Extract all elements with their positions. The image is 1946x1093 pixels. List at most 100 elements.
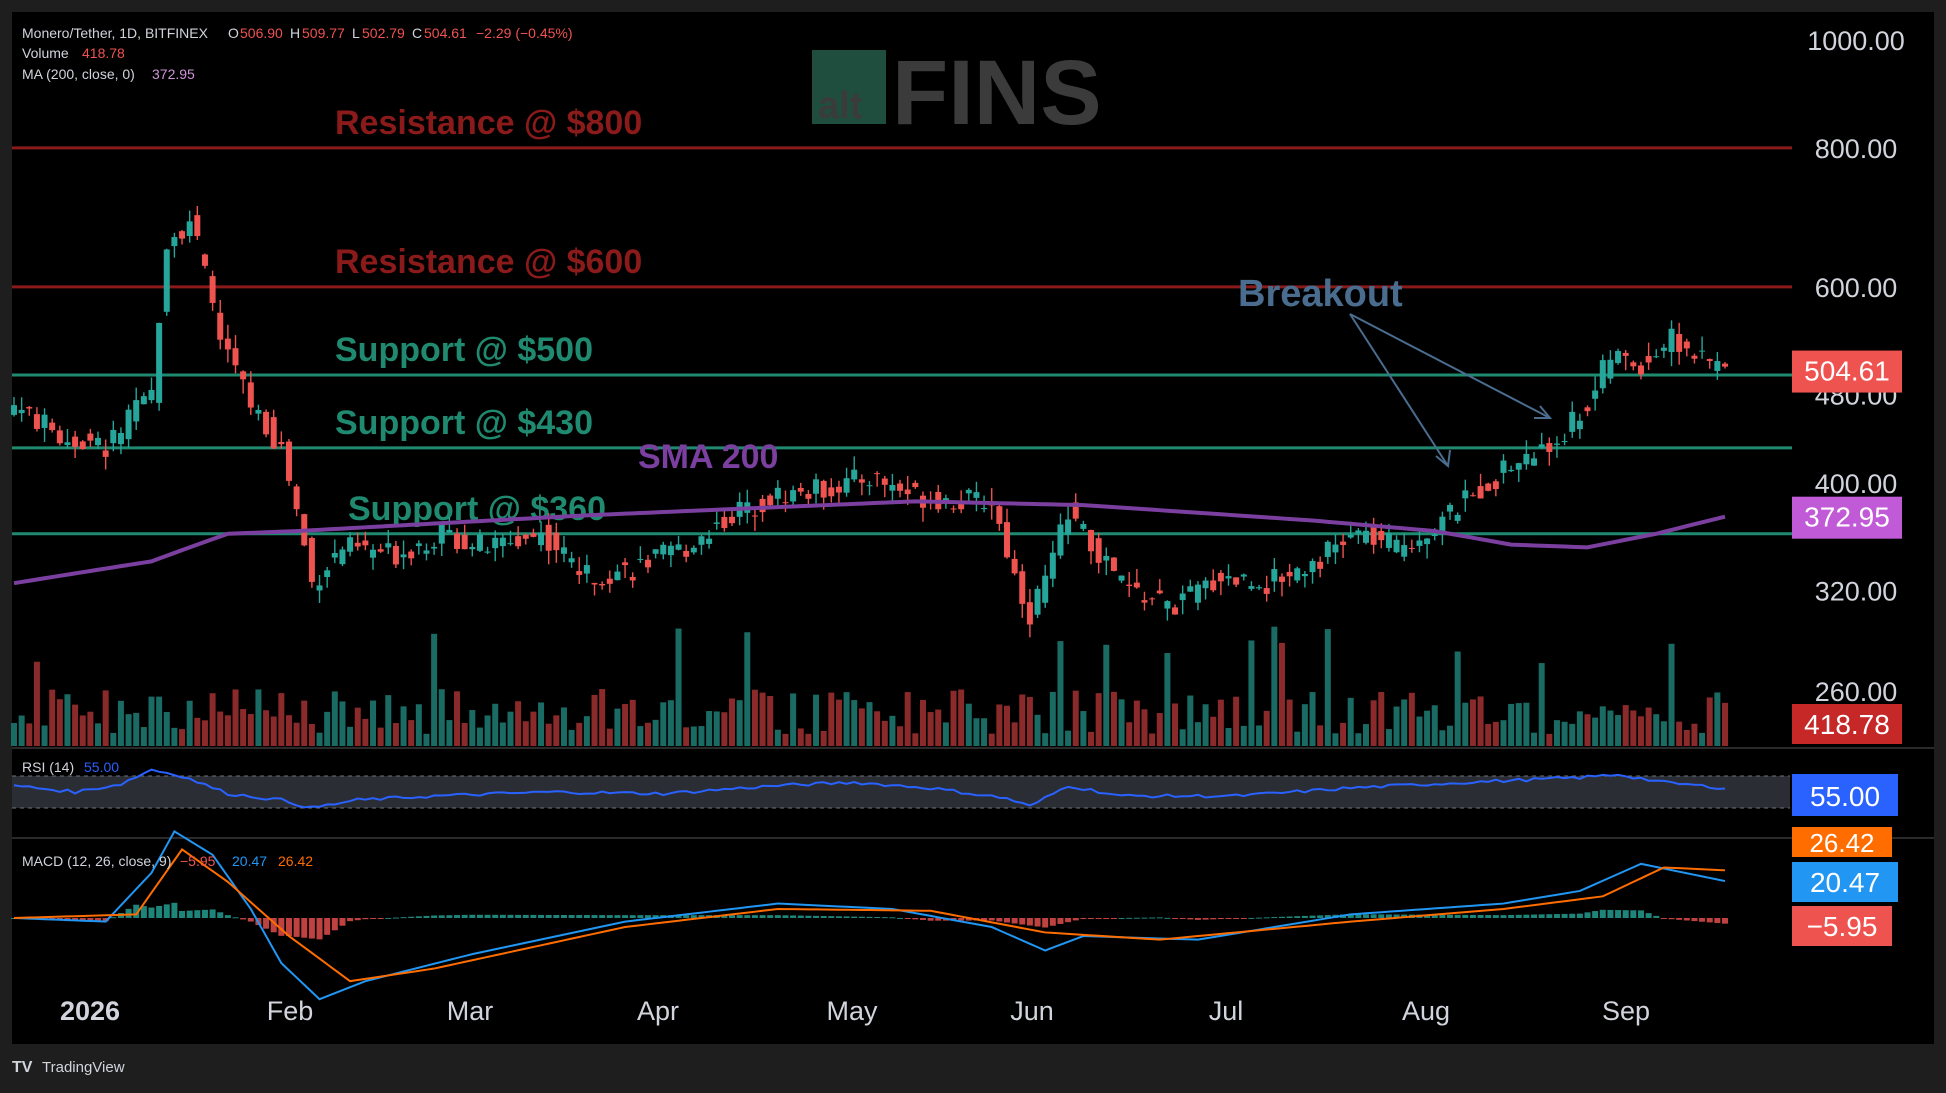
candle-body — [377, 549, 384, 552]
candle-body — [95, 437, 102, 446]
volume-bar — [1133, 700, 1140, 746]
volume-bar — [186, 700, 193, 746]
candle-body — [759, 498, 766, 513]
candle-body — [568, 558, 575, 563]
candle-body — [622, 562, 629, 566]
legend-l-value: 502.79 — [362, 25, 405, 41]
volume-bar — [1561, 721, 1568, 746]
legend-volume-label: Volume — [22, 45, 69, 61]
macd-hist-bar — [644, 915, 651, 918]
volume-bar — [1683, 729, 1690, 746]
price-tick-1: 800.00 — [1815, 134, 1898, 164]
candle-body — [1531, 458, 1538, 466]
macd-hist-bar — [1271, 917, 1278, 919]
volume-bar — [1592, 717, 1599, 746]
volume-bar — [1164, 653, 1171, 746]
volume-bar — [1691, 723, 1698, 746]
macd-legend: 20.47 — [232, 853, 267, 869]
candle-body — [1003, 522, 1010, 558]
candle-body — [431, 546, 438, 549]
macd-hist-bar — [415, 916, 422, 918]
volume-bar — [1233, 696, 1240, 746]
candle-body — [1042, 575, 1049, 603]
candle-body — [1164, 601, 1171, 609]
volume-bar — [675, 628, 682, 746]
candle-body — [26, 407, 33, 409]
volume-bar — [1225, 727, 1232, 746]
level-label-1: Resistance @ $600 — [335, 243, 642, 281]
macd-hist-bar — [874, 917, 881, 919]
volume-bar — [95, 723, 102, 746]
candle-body — [828, 487, 835, 497]
macd-hist-bar — [110, 917, 117, 919]
volume-bar — [49, 689, 56, 746]
candle-body — [1569, 411, 1576, 432]
volume-bar — [1477, 696, 1484, 746]
volume-bar — [1362, 724, 1369, 746]
candle-body — [1217, 572, 1224, 582]
macd-hist-bar — [690, 915, 697, 918]
candle-body — [1141, 600, 1148, 603]
candle-body — [1187, 586, 1194, 592]
volume-bar — [484, 715, 491, 746]
volume-bar — [1347, 697, 1354, 746]
candle-body — [1645, 356, 1652, 363]
candle-body — [209, 276, 216, 303]
macd-hist-bar — [1546, 914, 1553, 918]
volume-bar — [217, 711, 224, 746]
macd-hist-legend: −5.95 — [180, 853, 216, 869]
candle-body — [370, 549, 377, 558]
volume-bar — [1202, 704, 1209, 746]
volume-bar — [247, 714, 254, 746]
volume-bar — [1042, 733, 1049, 746]
macd-hist-bar — [1362, 914, 1369, 918]
volume-bar — [263, 710, 270, 746]
macd-hist-bar — [1263, 917, 1270, 919]
candle-body — [599, 584, 606, 586]
volume-bar — [201, 720, 208, 746]
volume-bar — [240, 709, 247, 746]
candle-body — [973, 492, 980, 498]
macd-hist-bar — [1088, 918, 1095, 919]
candle-body — [1256, 587, 1263, 589]
candle-body — [1622, 352, 1629, 356]
macd-hist-bar — [1676, 918, 1683, 920]
macd-hist-bar — [1683, 918, 1690, 921]
candle-body — [339, 549, 346, 565]
candle-body — [247, 382, 254, 408]
volume-bar — [1332, 733, 1339, 746]
candle-body — [706, 538, 713, 544]
logo-fins-text: FINS — [892, 42, 1102, 144]
candle-body — [881, 478, 888, 485]
volume-bar — [629, 699, 636, 746]
candle-body — [690, 547, 697, 553]
candle-body — [1126, 584, 1133, 586]
candle-body — [545, 524, 552, 551]
volume-bar — [1210, 716, 1217, 746]
candle-body — [637, 558, 644, 560]
volume-bar — [1194, 722, 1201, 746]
candle-body — [1699, 350, 1706, 352]
candle-body — [1683, 341, 1690, 349]
candle-body — [1248, 586, 1255, 589]
volume-bar — [110, 732, 117, 746]
macd-hist-bar — [194, 910, 201, 918]
volume-bar — [889, 715, 896, 746]
candle-body — [751, 515, 758, 517]
volume-bar — [973, 718, 980, 746]
chart-stage: alt FINS Resistance @ $800 Resistance @ $… — [0, 0, 1946, 1088]
macd-hist-bar — [560, 914, 567, 918]
volume-bar — [209, 693, 216, 746]
time-tick-8: Sep — [1602, 996, 1650, 1026]
macd-hist-bar — [1256, 917, 1263, 919]
volume-bar — [667, 700, 674, 746]
macd-hist-bar — [583, 915, 590, 918]
macd-hist-bar — [1553, 914, 1560, 918]
candle-body — [1133, 582, 1140, 588]
candle-body — [263, 411, 270, 435]
macd-hist-bar — [1080, 918, 1087, 919]
volume-bar — [438, 689, 445, 746]
macd-hist-bar — [1599, 909, 1606, 918]
macd-hist-bar — [1026, 918, 1033, 926]
candle-body — [912, 482, 919, 488]
